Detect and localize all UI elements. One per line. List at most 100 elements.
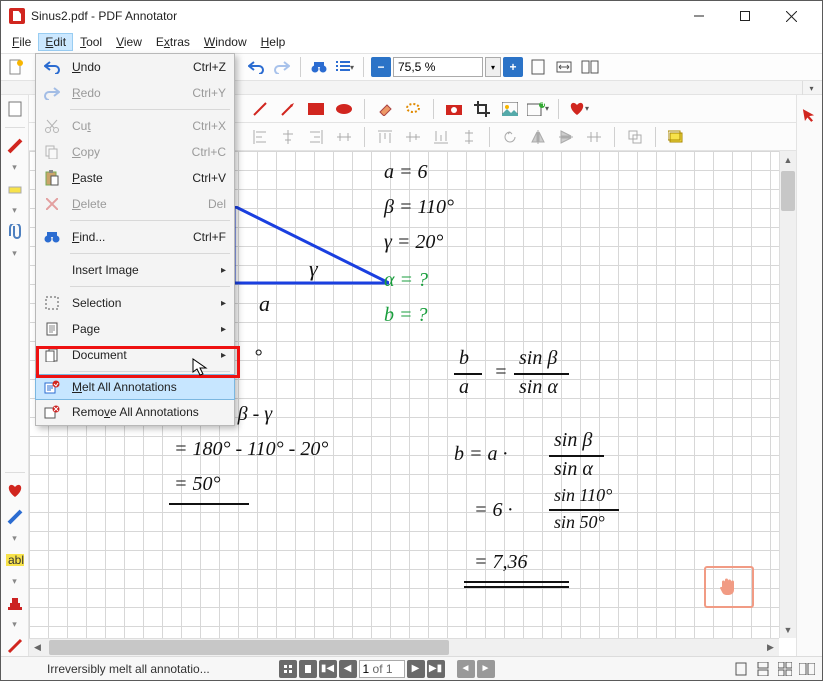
last-page-button[interactable]: ▶▮ <box>427 660 445 678</box>
pen-red-icon[interactable] <box>5 136 25 156</box>
pen-red2-icon[interactable] <box>5 636 25 656</box>
new-doc-button[interactable] <box>5 56 27 78</box>
menubar: File Edit Tool View Extras Window Help <box>1 31 822 53</box>
page-number-input[interactable]: 1 of 1 <box>359 660 405 678</box>
page-icon <box>42 319 62 339</box>
horizontal-scrollbar[interactable]: ◀ ▶ <box>29 638 779 656</box>
zoom-out-button[interactable]: − <box>371 57 391 77</box>
single-page-button[interactable] <box>299 660 317 678</box>
edit-menu-dropdown: UndoCtrl+Z RedoCtrl+Y CutCtrl+X CopyCtrl… <box>35 53 235 426</box>
crop-icon[interactable] <box>471 98 493 120</box>
fit-page-button[interactable] <box>527 56 549 78</box>
menu-help[interactable]: Help <box>254 33 293 51</box>
align-right-icon[interactable] <box>305 126 327 148</box>
flip-h-icon[interactable] <box>527 126 549 148</box>
align-vcenter-icon[interactable] <box>402 126 424 148</box>
heart-icon[interactable] <box>5 481 25 501</box>
menu-tool[interactable]: Tool <box>73 33 109 51</box>
picture-add-icon[interactable]: +▾ <box>527 98 549 120</box>
toggle-thumbs-button[interactable] <box>279 660 297 678</box>
redo-button[interactable] <box>271 56 293 78</box>
menu-cut[interactable]: CutCtrl+X <box>36 113 234 139</box>
menu-redo[interactable]: RedoCtrl+Y <box>36 80 234 106</box>
mirror-icon[interactable] <box>583 126 605 148</box>
melt-icon <box>42 377 62 397</box>
maximize-button[interactable] <box>722 1 768 31</box>
eq3: = 6 · <box>474 499 513 522</box>
pen-blue-icon[interactable] <box>5 507 25 527</box>
menu-delete[interactable]: DeleteDel <box>36 191 234 217</box>
highlighter-icon[interactable] <box>5 179 25 199</box>
group-icon[interactable] <box>624 126 646 148</box>
first-page-button[interactable]: ▮◀ <box>319 660 337 678</box>
view-cont-icon[interactable] <box>754 660 772 678</box>
flip-v-icon[interactable] <box>555 126 577 148</box>
menu-file[interactable]: File <box>5 33 38 51</box>
next-page-button[interactable]: ▶ <box>407 660 425 678</box>
camera-icon[interactable] <box>443 98 465 120</box>
triangle-gamma: γ <box>309 256 318 282</box>
lasso-icon[interactable] <box>402 98 424 120</box>
attachment-icon[interactable] <box>5 222 25 242</box>
align-bottom-icon[interactable] <box>430 126 452 148</box>
ellipse-tool-icon[interactable] <box>333 98 355 120</box>
prev-page-button[interactable]: ◀ <box>339 660 357 678</box>
zoom-in-button[interactable]: + <box>503 57 523 77</box>
cursor-tool-icon[interactable] <box>800 106 819 125</box>
given-beta: β = 110° <box>384 196 454 219</box>
align-hcenter-icon[interactable] <box>277 126 299 148</box>
eraser-icon[interactable] <box>374 98 396 120</box>
menu-page[interactable]: Page▸ <box>36 316 234 342</box>
zoom-dropdown[interactable]: ▾ <box>485 57 501 77</box>
menu-paste[interactable]: PasteCtrl+V <box>36 165 234 191</box>
view-two-icon[interactable] <box>798 660 816 678</box>
close-button[interactable] <box>768 1 814 31</box>
menu-selection[interactable]: Selection▸ <box>36 290 234 316</box>
menu-view[interactable]: View <box>109 33 149 51</box>
app-icon <box>9 8 25 24</box>
distribute-h-icon[interactable] <box>333 126 355 148</box>
menu-melt-all[interactable]: Melt All Annotations <box>35 374 235 400</box>
fit-width-button[interactable] <box>553 56 575 78</box>
menu-document[interactable]: Document▸ <box>36 342 234 368</box>
vertical-scrollbar[interactable]: ▲ ▼ <box>779 151 796 638</box>
line-tool-icon[interactable] <box>249 98 271 120</box>
toolbar-overflow-button[interactable]: ▾ <box>802 81 820 95</box>
nav-fwd-button[interactable]: ► <box>477 660 495 678</box>
align-left-icon[interactable] <box>249 126 271 148</box>
layer-icon[interactable] <box>665 126 687 148</box>
page-thumb-icon[interactable] <box>5 99 25 119</box>
zoom-input[interactable]: 75,5 % <box>393 57 483 77</box>
align-top-icon[interactable] <box>374 126 396 148</box>
binoculars-button[interactable] <box>308 56 330 78</box>
nav-back-button[interactable]: ◄ <box>457 660 475 678</box>
picture-icon[interactable] <box>499 98 521 120</box>
two-page-button[interactable] <box>579 56 601 78</box>
menu-remove-all[interactable]: Remove All Annotations <box>36 399 234 425</box>
text-highlight-icon[interactable]: abl <box>5 550 25 570</box>
rotate-left-icon[interactable] <box>499 126 521 148</box>
document-icon <box>42 345 62 365</box>
view-single-icon[interactable] <box>732 660 750 678</box>
menu-undo[interactable]: UndoCtrl+Z <box>36 54 234 80</box>
rect-tool-icon[interactable] <box>305 98 327 120</box>
arrow-tool-icon[interactable] <box>277 98 299 120</box>
frac3-den: sin 50° <box>554 512 605 533</box>
undo-button[interactable] <box>245 56 267 78</box>
list-button[interactable]: ▾ <box>334 56 356 78</box>
menu-window[interactable]: Window <box>197 33 254 51</box>
minimize-button[interactable] <box>676 1 722 31</box>
menu-find[interactable]: Find...Ctrl+F <box>36 224 234 250</box>
eq4: = 7,36 <box>474 551 528 574</box>
left-sidebar: ▾ ▾ ▾ ▾ abl ▾ ▾ <box>1 95 29 656</box>
stamp-icon[interactable] <box>5 593 25 613</box>
heart-fav-icon[interactable]: ▾ <box>568 98 590 120</box>
menu-extras[interactable]: Extras <box>149 33 197 51</box>
distribute-v-icon[interactable] <box>458 126 480 148</box>
hand-tool-button[interactable] <box>704 566 754 608</box>
frac1-num-left: b <box>459 347 469 370</box>
menu-insert-image[interactable]: Insert Image▸ <box>36 257 234 283</box>
view-grid-icon[interactable] <box>776 660 794 678</box>
menu-edit[interactable]: Edit <box>38 33 73 51</box>
menu-copy[interactable]: CopyCtrl+C <box>36 139 234 165</box>
